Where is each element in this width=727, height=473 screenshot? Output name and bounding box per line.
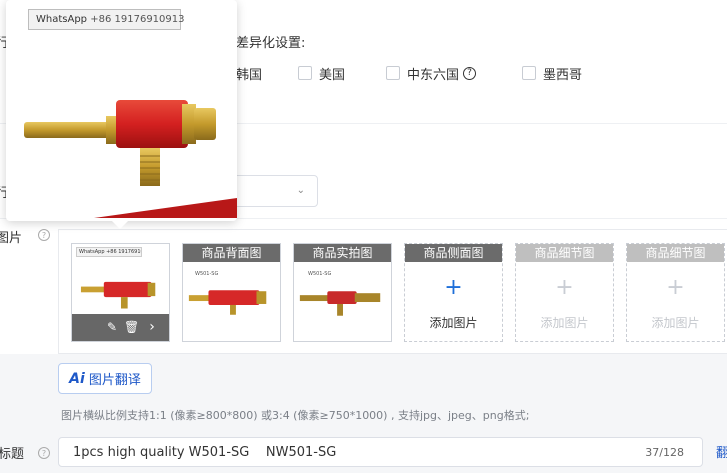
main-image-slot[interactable]: WhatsApp +86 19176910913 ✎ 🗑 › xyxy=(71,243,170,342)
product-image xyxy=(188,290,267,315)
plus-icon: + xyxy=(666,275,685,300)
slot-header: 商品实拍图 xyxy=(294,244,391,262)
images-label: 图片 xyxy=(0,231,23,246)
country-label: 墨西哥 xyxy=(543,67,583,83)
slot-header: 商品细节图 xyxy=(627,244,724,262)
country-label: 韩国 xyxy=(236,67,263,83)
slot-header: 商品背面图 xyxy=(183,244,280,262)
help-icon[interactable]: ? xyxy=(38,229,50,241)
chevron-down-icon: ⌄ xyxy=(296,185,305,196)
add-image-label: 添加图片 xyxy=(429,316,478,330)
image-preview-popover: WhatsApp +86 19176910913 xyxy=(6,0,237,221)
image-format-note: 图片横纵比例支持1:1 (像素≥800*800) 或3:4 (像素≥750*10… xyxy=(61,409,530,422)
add-image-label: 添加图片 xyxy=(651,316,700,330)
title-label: 标题 xyxy=(0,447,25,462)
slot-header: 商品细节图 xyxy=(516,244,613,262)
add-detail-image-slot[interactable]: 商品细节图 + 添加图片 xyxy=(515,243,614,342)
image-translate-label: 图片翻译 xyxy=(88,373,141,388)
country-label: 中东六国 xyxy=(407,67,460,83)
checkbox[interactable] xyxy=(522,66,536,80)
chevron-right-icon[interactable]: › xyxy=(145,320,159,334)
dropdown-select[interactable]: ⌄ xyxy=(232,175,318,207)
back-image-slot[interactable]: 商品背面图 W501-SG xyxy=(182,243,281,342)
country-label: 美国 xyxy=(319,67,346,83)
watermark-text: WhatsApp +86 19176910913 xyxy=(76,247,142,257)
image-action-bar: ✎ 🗑 › xyxy=(72,314,169,341)
slot-header: 商品侧面图 xyxy=(405,244,502,262)
delete-icon[interactable]: 🗑 xyxy=(124,320,139,334)
character-count: 37/128 xyxy=(645,446,684,459)
help-icon[interactable]: ? xyxy=(463,66,477,80)
real-shot-image-slot[interactable]: 商品实拍图 W501-SG xyxy=(293,243,392,342)
diff-settings-label: 差异化设置: xyxy=(236,36,306,51)
country-option-usa[interactable]: 美国 xyxy=(298,64,346,83)
ai-icon: Ai xyxy=(69,370,85,387)
title-input[interactable]: 1pcs high quality W501-SG NW501-SG 37/12… xyxy=(58,437,703,467)
country-option-middle-east[interactable]: 中东六国 ? xyxy=(386,64,477,83)
checkbox[interactable] xyxy=(386,66,400,80)
product-image xyxy=(299,291,381,316)
watermark-app: WhatsApp xyxy=(36,14,88,25)
translate-link[interactable]: 翻 xyxy=(716,442,727,461)
plus-icon: + xyxy=(444,275,463,300)
add-side-image-slot[interactable]: 商品侧面图 + 添加图片 xyxy=(404,243,503,342)
product-edit-page: 行 差异化设置: 韩国 美国 中东六国 ? 墨西哥 行 ⌄ 图片 ? Whats… xyxy=(0,0,727,473)
edit-icon[interactable]: ✎ xyxy=(105,320,119,334)
watermark: WhatsApp +86 19176910913 xyxy=(28,9,185,30)
watermark-number: +86 19176910913 xyxy=(90,14,185,25)
add-image-label: 添加图片 xyxy=(540,316,589,330)
image-translate-button[interactable]: Ai 图片翻译 xyxy=(58,363,152,394)
title-value: 1pcs high quality W501-SG NW501-SG xyxy=(73,445,337,460)
country-option-korea[interactable]: 韩国 xyxy=(236,64,263,83)
add-detail-image-slot-2[interactable]: 商品细节图 + 添加图片 xyxy=(626,243,725,342)
country-option-mexico[interactable]: 墨西哥 xyxy=(522,64,583,83)
help-icon[interactable]: ? xyxy=(38,447,50,459)
product-preview-image xyxy=(24,100,237,218)
popover-arrow xyxy=(112,221,128,229)
plus-icon: + xyxy=(555,275,574,300)
checkbox[interactable] xyxy=(298,66,312,80)
